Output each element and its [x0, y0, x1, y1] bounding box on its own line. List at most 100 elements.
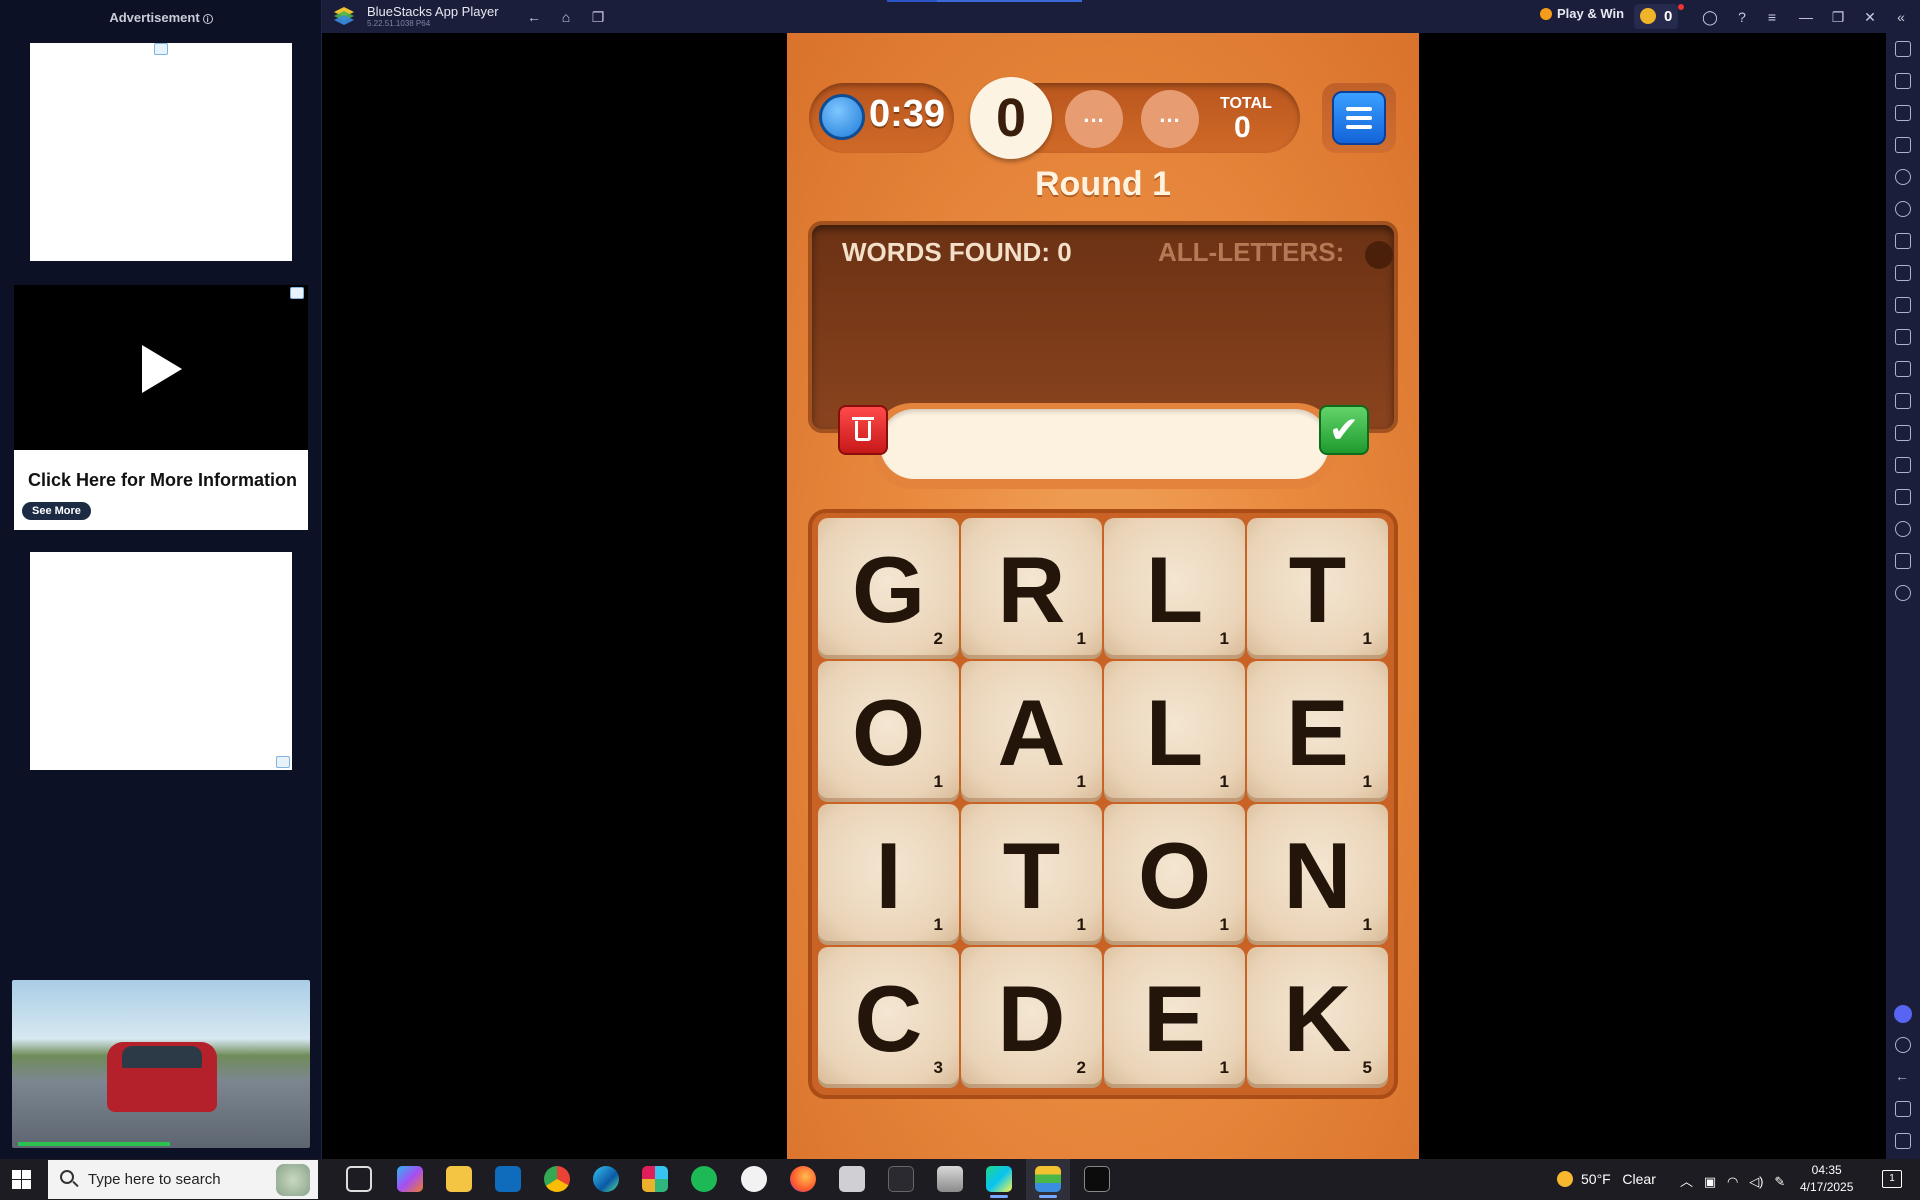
archive-app-icon[interactable] — [937, 1166, 963, 1192]
home-icon[interactable]: ⌂ — [557, 8, 575, 26]
letter-tile[interactable]: T1 — [1247, 518, 1388, 659]
adchoices-icon[interactable] — [276, 756, 290, 768]
copilot-icon[interactable] — [397, 1166, 423, 1192]
taskbar-search-box[interactable]: Type here to search — [48, 1160, 318, 1199]
letter-tile[interactable]: L1 — [1104, 661, 1245, 802]
close-icon[interactable]: ✕ — [1861, 8, 1879, 26]
macro-icon[interactable] — [1895, 169, 1911, 185]
rotate-icon[interactable] — [1895, 489, 1911, 505]
letter-tile[interactable]: O1 — [818, 661, 959, 802]
minimize-icon[interactable]: — — [1797, 8, 1815, 26]
chevron-up-icon[interactable]: ︿ — [1680, 1174, 1693, 1189]
eco-mode-icon[interactable] — [1895, 233, 1911, 249]
back-arrow-icon[interactable]: ← — [525, 8, 543, 26]
android-back-icon[interactable]: ← — [1895, 1069, 1911, 1085]
restore-icon[interactable]: ❐ — [1829, 8, 1847, 26]
speaker-icon[interactable]: ◁) — [1749, 1174, 1763, 1189]
task-view-icon[interactable] — [346, 1166, 372, 1192]
search-placeholder[interactable]: Type here to search — [88, 1171, 221, 1188]
play-and-win-button[interactable]: Play & Win — [1540, 6, 1624, 21]
keyboard-icon[interactable] — [1895, 137, 1911, 153]
letter-tile[interactable]: G2 — [818, 518, 959, 659]
word-input-area[interactable] — [880, 409, 1329, 479]
fullscreen-icon[interactable] — [1895, 41, 1911, 57]
media-folder-icon[interactable] — [1895, 393, 1911, 409]
edge-icon[interactable] — [593, 1166, 619, 1192]
android-recents-icon[interactable] — [1895, 1133, 1911, 1149]
letter-tile[interactable]: I1 — [818, 804, 959, 945]
multi-instance-icon[interactable]: ❐ — [589, 8, 607, 26]
meet-now-icon[interactable]: ▣ — [1704, 1174, 1716, 1189]
pycharm-icon[interactable] — [986, 1166, 1012, 1198]
wifi-icon[interactable]: ◠ — [1727, 1174, 1738, 1189]
screen-record-icon[interactable] — [1895, 105, 1911, 121]
airplane-mode-icon[interactable] — [1895, 425, 1911, 441]
media-player-icon[interactable] — [741, 1166, 767, 1192]
spotify-icon[interactable] — [691, 1166, 717, 1192]
settings-gear-icon[interactable] — [1895, 1037, 1911, 1053]
android-home-icon[interactable] — [1895, 1101, 1911, 1117]
outlook-icon[interactable] — [495, 1166, 521, 1192]
pen-icon[interactable]: ✎ — [1774, 1174, 1785, 1189]
speed-icon[interactable] — [1895, 585, 1911, 601]
adchoices-icon[interactable] — [154, 43, 168, 55]
word-input-field[interactable] — [872, 403, 1337, 489]
file-explorer-icon[interactable] — [446, 1166, 472, 1192]
notification-center-icon[interactable]: 1 — [1882, 1170, 1902, 1188]
letter-tile[interactable]: O1 — [1104, 804, 1245, 945]
tile-points: 1 — [1219, 1058, 1229, 1077]
letter-tile[interactable]: L1 — [1104, 518, 1245, 659]
slack-icon[interactable] — [642, 1166, 668, 1192]
controls-icon[interactable] — [1895, 361, 1911, 377]
location-icon[interactable] — [1895, 521, 1911, 537]
play-icon[interactable] — [142, 345, 182, 393]
letter-tile[interactable]: E1 — [1104, 947, 1245, 1088]
see-more-button[interactable]: See More — [22, 502, 91, 520]
bluestacks-taskbar-icon[interactable] — [1035, 1166, 1061, 1198]
letter-tile[interactable]: A1 — [961, 661, 1102, 802]
letter-tile[interactable]: N1 — [1247, 804, 1388, 945]
letter-tile[interactable]: R1 — [961, 518, 1102, 659]
discord-icon[interactable] — [1894, 1005, 1912, 1023]
account-icon[interactable]: ◯ — [1701, 8, 1719, 26]
layers-icon[interactable] — [1895, 553, 1911, 569]
info-icon[interactable]: i — [202, 13, 213, 24]
collapse-sidebar-icon[interactable]: « — [1892, 8, 1910, 26]
install-apk-icon[interactable] — [1895, 457, 1911, 473]
hamburger-menu-icon[interactable] — [1332, 91, 1386, 145]
cursor-app-icon[interactable] — [888, 1166, 914, 1192]
taskbar-clock[interactable]: 04:35 4/17/2025 — [1800, 1162, 1853, 1196]
letter-tile[interactable]: D2 — [961, 947, 1102, 1088]
letter-tile[interactable]: K5 — [1247, 947, 1388, 1088]
chrome-icon[interactable] — [544, 1166, 570, 1192]
files-app-icon[interactable] — [839, 1166, 865, 1192]
sync-icon[interactable] — [1895, 201, 1911, 217]
video-player[interactable] — [14, 285, 308, 450]
car-ad-image[interactable] — [12, 980, 310, 1148]
search-highlight-image[interactable] — [276, 1164, 310, 1196]
ad-headline[interactable]: Click Here for More Information — [28, 470, 297, 491]
video-ad[interactable]: Click Here for More Information See More — [14, 285, 308, 530]
weather-widget[interactable]: 50°F Clear — [1557, 1171, 1656, 1187]
adchoices-icon[interactable] — [290, 287, 304, 299]
capture-icon[interactable] — [1895, 329, 1911, 345]
screenshot-icon[interactable] — [1895, 297, 1911, 313]
letter-tile[interactable]: T1 — [961, 804, 1102, 945]
windows-start-icon[interactable] — [12, 1170, 32, 1190]
ad-banner-bottom[interactable] — [30, 552, 292, 770]
delete-button[interactable] — [838, 405, 888, 455]
game-menu-button[interactable] — [1322, 83, 1396, 153]
volume-icon[interactable] — [1895, 73, 1911, 89]
submit-checkmark-button[interactable]: ✔ — [1319, 405, 1369, 455]
hamburger-menu-icon[interactable]: ≡ — [1763, 8, 1781, 26]
letter-tile[interactable]: C3 — [818, 947, 959, 1088]
coins-counter[interactable]: 0 — [1634, 4, 1685, 29]
performance-icon[interactable] — [1895, 265, 1911, 281]
tile-points: 5 — [1362, 1058, 1372, 1077]
ad-banner-top[interactable] — [30, 43, 292, 261]
tile-letter: E — [1143, 966, 1206, 1071]
letter-tile[interactable]: E1 — [1247, 661, 1388, 802]
firefox-icon[interactable] — [790, 1166, 816, 1192]
help-icon[interactable]: ? — [1733, 8, 1751, 26]
terminal-icon[interactable] — [1084, 1166, 1110, 1192]
